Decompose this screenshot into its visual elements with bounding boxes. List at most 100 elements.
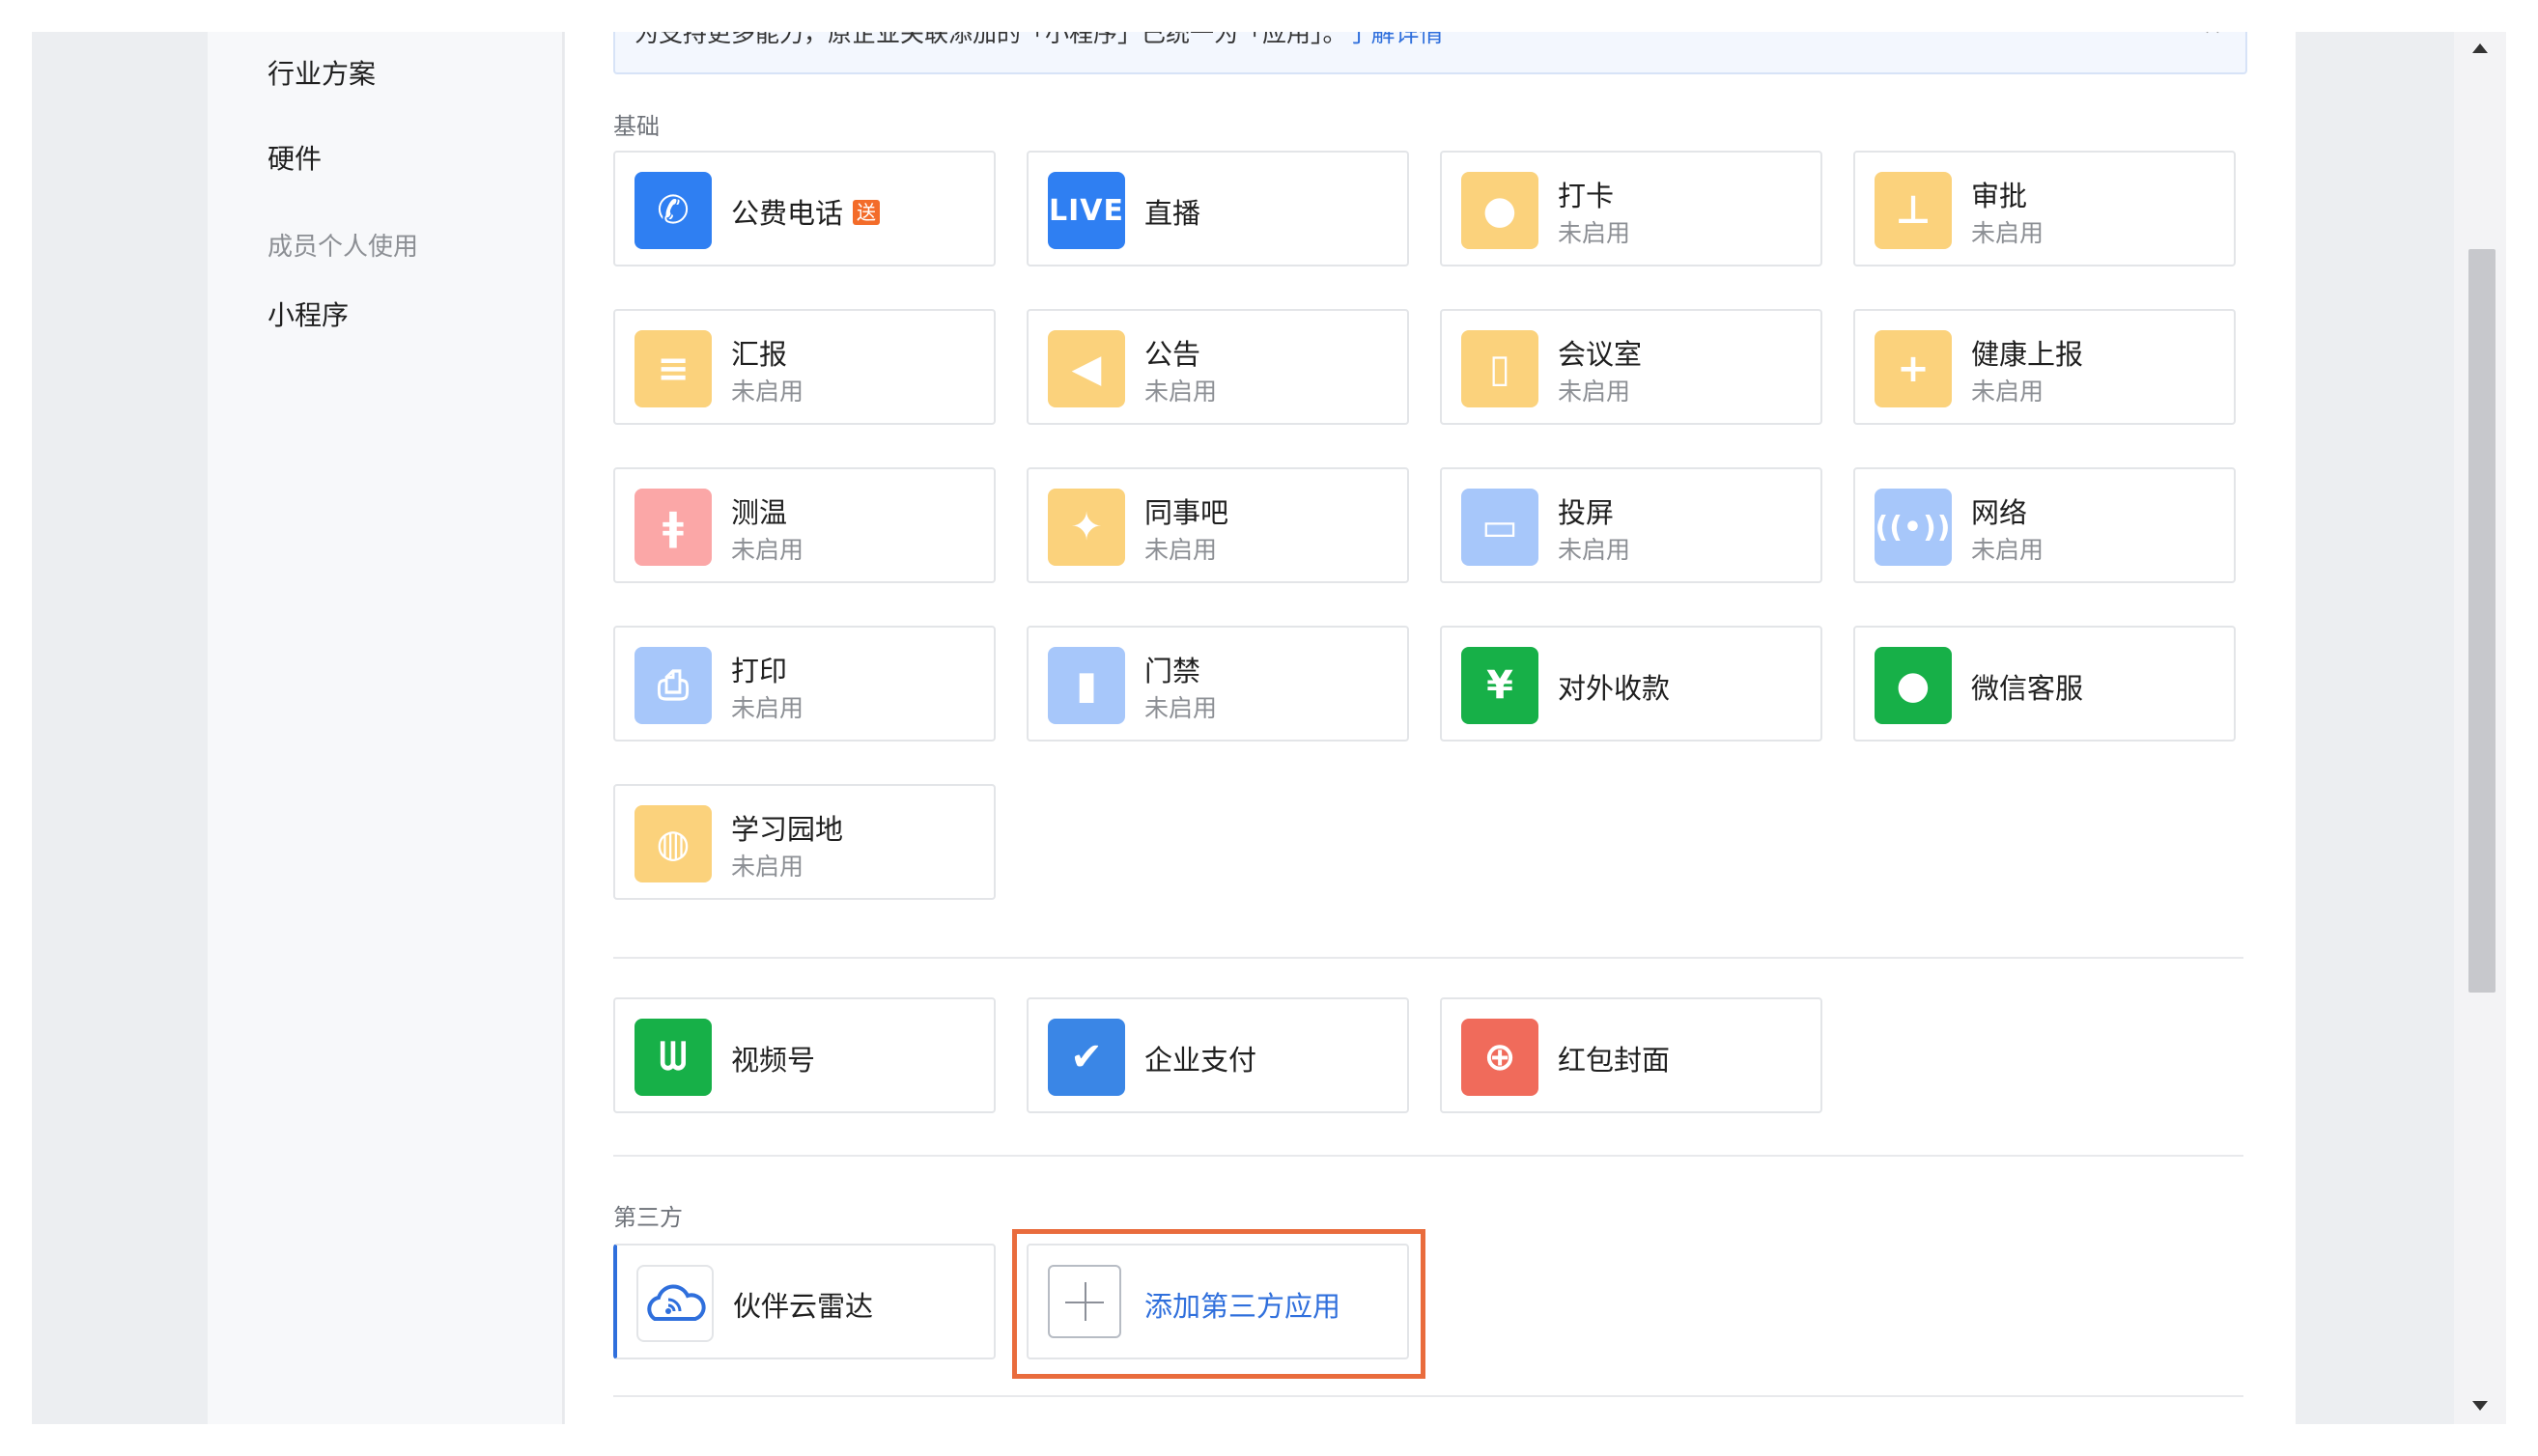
app-card[interactable]: ✆ 公费电话送 [613, 151, 996, 266]
plus-icon [1048, 1265, 1121, 1338]
app-name-text: 审批 [1971, 180, 2028, 212]
app-name-text: 企业支付 [1144, 1044, 1257, 1077]
app-status: 未启用 [1971, 378, 2044, 406]
icon-glyph: ¥ [1486, 663, 1513, 708]
red-envelope-icon: ⊕ [1461, 1019, 1538, 1096]
app-name-text: 打印 [731, 655, 788, 687]
app-name: 视频号 [731, 1038, 815, 1078]
app-name: 打印 [731, 649, 787, 689]
app-card[interactable]: ● 打卡 未启用 [1440, 151, 1822, 266]
app-name: 直播 [1144, 191, 1200, 232]
chat-bubble-icon: ● [1875, 647, 1952, 724]
planet-icon: ◍ [634, 805, 712, 882]
stamp-icon: ⊥ [1875, 172, 1952, 249]
icon-glyph: ▯ [1488, 347, 1510, 391]
scroll-down-arrow-icon[interactable] [2472, 1401, 2488, 1411]
sidebar: 行业方案 硬件 成员个人使用 小程序 [208, 32, 564, 1424]
app-name: 微信客服 [1971, 666, 2083, 707]
app-card[interactable]: ≡ 汇报 未启用 [613, 309, 996, 425]
app-card[interactable]: ◍ 学习园地未启用 [613, 784, 996, 900]
app-card[interactable]: + 健康上报 未启用 [1853, 309, 2236, 425]
app-name: 门禁 [1144, 649, 1200, 689]
app-status: 未启用 [731, 694, 804, 722]
icon-glyph: ▭ [1481, 505, 1518, 549]
icon-glyph: ✔ [1070, 1035, 1103, 1079]
screen-cast-icon: ▭ [1461, 489, 1538, 566]
sidebar-item-mini-program[interactable]: 小程序 [268, 294, 349, 333]
app-name-text: 视频号 [731, 1044, 816, 1077]
divider [613, 1155, 2243, 1157]
sidebar-item-industry[interactable]: 行业方案 [268, 53, 376, 92]
app-status: 未启用 [731, 536, 804, 564]
scroll-thumb[interactable] [2468, 249, 2496, 993]
section-label-third-party: 第三方 [613, 1204, 683, 1231]
app-name: 学习园地 [731, 807, 843, 848]
icon-glyph: ⊕ [1483, 1035, 1516, 1079]
app-name-text: 对外收款 [1558, 672, 1671, 705]
app-name: 审批 [1971, 174, 2027, 214]
app-name-text: 公费电话 [731, 197, 844, 230]
report-icon: ≡ [634, 330, 712, 407]
app-card[interactable]: ǂ 测温未启用 [613, 467, 996, 583]
icon-glyph: ǂ [663, 505, 684, 549]
app-status: 未启用 [1558, 536, 1631, 564]
app-name: 对外收款 [1558, 666, 1670, 707]
add-third-party-app-button[interactable]: 添加第三方应用 [1027, 1244, 1409, 1359]
app-name: 红包封面 [1558, 1038, 1670, 1078]
app-card[interactable]: ▭ 投屏 未启用 [1440, 467, 1822, 583]
app-name: 网络 [1971, 490, 2027, 531]
app-name-text: 学习园地 [731, 813, 844, 846]
app-status: 未启用 [1971, 219, 2044, 247]
learn-more-link[interactable]: 了解详情 [1347, 32, 1444, 47]
yuan-shield-icon: ¥ [1461, 647, 1538, 724]
app-status: 未启用 [1971, 536, 2044, 564]
app-name-text: 网络 [1971, 496, 2028, 529]
app-card[interactable]: ✦ 同事吧 未启用 [1027, 467, 1409, 583]
notice-text: 为支持更多能力，原企业关联添加的「小程序」已统一为「应用」。了解详情 [634, 32, 1444, 49]
app-card[interactable]: LIVE 直播 [1027, 151, 1409, 266]
community-icon: ✦ [1048, 489, 1125, 566]
icon-glyph: ● [1482, 188, 1517, 233]
payment-icon: ✔ [1048, 1019, 1125, 1096]
app-card-huoban-radar[interactable]: 伙伴云雷达 [613, 1244, 996, 1359]
app-name-text: 汇报 [731, 338, 788, 371]
app-name-text: 微信客服 [1971, 672, 2084, 705]
app-card[interactable]: ✔ 企业支付 [1027, 997, 1409, 1113]
app-name: 测温 [731, 490, 787, 531]
live-icon: LIVE [1048, 172, 1125, 249]
app-card[interactable]: ᗯ 视频号 [613, 997, 996, 1113]
vertical-scrollbar[interactable] [2454, 32, 2506, 1424]
app-window: 行业方案 硬件 成员个人使用 小程序 为支持更多能力，原企业关联添加的「小程序」… [32, 32, 2506, 1424]
app-card[interactable]: ▯ 会议室 未启用 [1440, 309, 1822, 425]
icon-glyph: ((•)) [1875, 510, 1952, 545]
app-name: 汇报 [731, 332, 787, 373]
app-name: 会议室 [1558, 332, 1642, 373]
app-card[interactable]: ◀ 公告 未启用 [1027, 309, 1409, 425]
divider [613, 1395, 2243, 1397]
app-card[interactable]: ⊥ 审批未启用 [1853, 151, 2236, 266]
icon-glyph: ◀ [1071, 347, 1102, 391]
app-card[interactable]: ⎙ 打印未启用 [613, 626, 996, 742]
app-name-text: 公告 [1144, 338, 1201, 371]
main-content: 为支持更多能力，原企业关联添加的「小程序」已统一为「应用」。了解详情 × 基础 … [565, 32, 2296, 1424]
sidebar-item-hardware[interactable]: 硬件 [268, 138, 322, 177]
icon-glyph: ≡ [657, 347, 690, 391]
app-status: 未启用 [1144, 694, 1218, 722]
app-card[interactable]: ((•)) 网络未启用 [1853, 467, 2236, 583]
icon-glyph: ⎙ [658, 663, 689, 708]
thermometer-icon: ǂ [634, 489, 712, 566]
app-card[interactable]: ¥ 对外收款 [1440, 626, 1822, 742]
close-icon[interactable]: × [2203, 32, 2222, 40]
access-door-icon: ▮ [1048, 647, 1125, 724]
app-card[interactable]: ● 微信客服 [1853, 626, 2236, 742]
icon-glyph: ⊥ [1895, 188, 1932, 233]
notice-banner: 为支持更多能力，原企业关联添加的「小程序」已统一为「应用」。了解详情 × [613, 32, 2247, 74]
app-card[interactable]: ▮ 门禁未启用 [1027, 626, 1409, 742]
app-name: 企业支付 [1144, 1038, 1256, 1078]
app-name: 公费电话送 [731, 191, 881, 232]
app-status: 未启用 [731, 853, 804, 881]
scroll-up-arrow-icon[interactable] [2472, 43, 2488, 53]
app-status: 未启用 [1144, 536, 1218, 564]
app-card[interactable]: ⊕ 红包封面 [1440, 997, 1822, 1113]
app-name-text: 健康上报 [1971, 338, 2084, 371]
